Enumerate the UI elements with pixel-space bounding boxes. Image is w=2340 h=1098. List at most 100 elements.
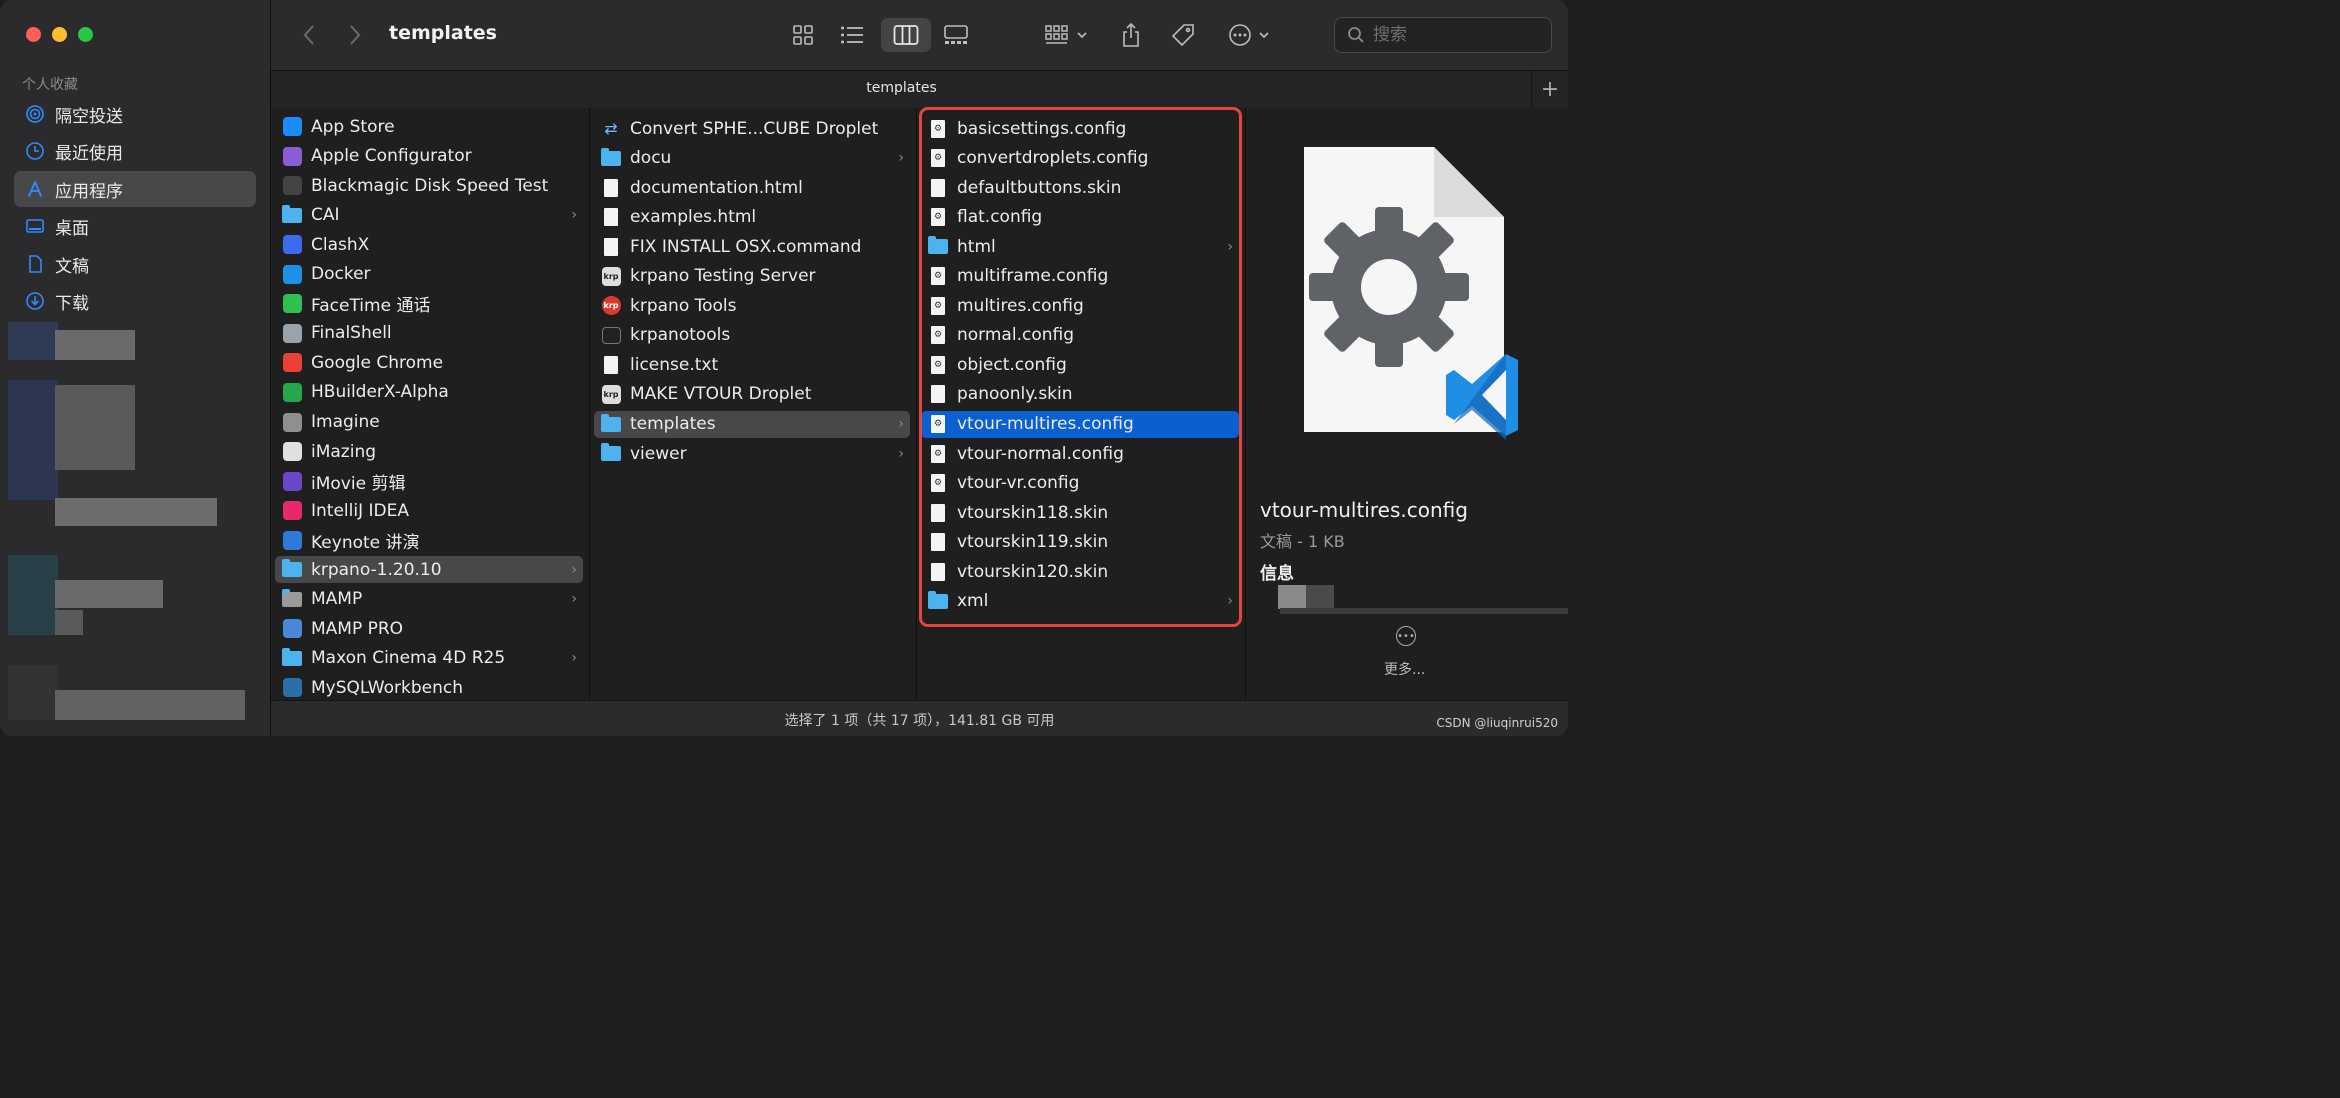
more-info-link[interactable]: 更多... [1384, 659, 1425, 679]
file-row[interactable]: panoonly.skin [921, 381, 1239, 408]
preview-pane: vtour-multires.config 文稿 - 1 KB 信息 ••• 更… [1246, 108, 1568, 699]
file-row[interactable]: Blackmagic Disk Speed Test [275, 172, 583, 199]
file-row[interactable]: ⚙ vtour-multires.config [921, 410, 1239, 438]
file-row[interactable]: ⚙ vtour-vr.config [921, 470, 1239, 497]
file-row[interactable]: ⚙ normal.config [921, 322, 1239, 349]
list-view-button[interactable] [835, 18, 869, 52]
file-row[interactable]: ClashX [275, 231, 583, 258]
icon-view-button[interactable] [786, 18, 820, 52]
forward-button[interactable] [341, 18, 369, 52]
document-file-icon [928, 562, 948, 582]
file-row[interactable]: examples.html [594, 204, 910, 231]
grid-icon [793, 25, 813, 45]
file-row[interactable]: ⚙ object.config [921, 351, 1239, 378]
file-row[interactable]: ⚙ basicsettings.config [921, 115, 1239, 142]
file-row[interactable]: ⚙ convertdroplets.config [921, 145, 1239, 172]
file-row[interactable]: Docker [275, 261, 583, 288]
sidebar-item-downloads[interactable]: 下载 [14, 283, 256, 319]
file-row[interactable]: HBuilderX-Alpha [275, 379, 583, 406]
more-actions-button[interactable] [1224, 18, 1274, 52]
item-name: FaceTime 通话 [311, 296, 431, 317]
file-row[interactable]: krp krpano Testing Server [594, 263, 910, 290]
config-file-icon: ⚙ [928, 296, 948, 316]
file-row[interactable]: vtourskin118.skin [921, 499, 1239, 526]
sidebar-item-desktop[interactable]: 桌面 [14, 208, 256, 244]
close-window-button[interactable] [26, 27, 41, 42]
folder-row[interactable]: CAI › [275, 202, 583, 229]
file-row[interactable]: documentation.html [594, 174, 910, 201]
file-row[interactable]: vtourskin120.skin [921, 558, 1239, 585]
config-file-icon: ⚙ [928, 148, 948, 168]
file-row[interactable]: ⇄ Convert SPHE...CUBE Droplet [594, 115, 910, 142]
file-row[interactable]: Google Chrome [275, 349, 583, 376]
share-button[interactable] [1114, 18, 1148, 52]
app-icon [282, 530, 302, 550]
back-button[interactable] [295, 18, 323, 52]
folder-row[interactable]: templates › [594, 410, 910, 438]
config-file-icon: ⚙ [928, 473, 948, 493]
item-name: viewer [630, 443, 687, 464]
file-row[interactable]: FinalShell [275, 320, 583, 347]
folder-row[interactable]: docu › [594, 145, 910, 172]
zoom-window-button[interactable] [78, 27, 93, 42]
folder-row[interactable]: html › [921, 233, 1239, 260]
file-row[interactable]: Keynote 讲演 [275, 527, 583, 554]
folder-icon [601, 413, 621, 434]
more-info-icon[interactable]: ••• [1396, 626, 1416, 646]
item-name: vtourskin118.skin [957, 502, 1109, 523]
file-row[interactable]: krp MAKE VTOUR Droplet [594, 381, 910, 408]
file-row[interactable]: Apple Configurator [275, 143, 583, 170]
tab-templates[interactable]: templates [271, 80, 1532, 96]
app-icon [282, 294, 302, 314]
toolbar: templates [271, 0, 1568, 70]
folder-row[interactable]: Maxon Cinema 4D R25 › [275, 645, 583, 672]
group-button[interactable] [1039, 18, 1093, 52]
sidebar-item-documents[interactable]: 文稿 [14, 246, 256, 282]
file-row[interactable]: iMazing [275, 438, 583, 465]
file-row[interactable]: ⚙ vtour-normal.config [921, 440, 1239, 467]
app-icon [282, 264, 302, 284]
sidebar-item-recents[interactable]: 最近使用 [14, 133, 256, 169]
minimize-window-button[interactable] [52, 27, 67, 42]
file-row[interactable]: App Store [275, 113, 583, 140]
folder-row[interactable]: MAMP › [275, 586, 583, 613]
search-field[interactable] [1334, 17, 1552, 53]
file-row[interactable]: ⚙ flat.config [921, 204, 1239, 231]
sidebar: 个人收藏 隔空投送 最近使用 应用程序 桌面 文稿 下载 [0, 0, 271, 736]
tag-button[interactable] [1166, 18, 1200, 52]
file-row[interactable]: Imagine [275, 409, 583, 436]
file-row[interactable]: defaultbuttons.skin [921, 174, 1239, 201]
item-name: CAI [311, 205, 340, 226]
chevron-right-icon: › [571, 207, 577, 224]
app-icon [282, 146, 302, 166]
item-name: MAKE VTOUR Droplet [630, 384, 812, 405]
file-row[interactable]: IntelliJ IDEA [275, 497, 583, 524]
file-row[interactable]: vtourskin119.skin [921, 529, 1239, 556]
file-row[interactable]: ⚙ multires.config [921, 292, 1239, 319]
file-row[interactable]: krpanotools [594, 322, 910, 349]
app-icon [282, 442, 302, 462]
file-row[interactable]: MAMP PRO [275, 615, 583, 642]
window-controls [26, 27, 93, 42]
chevron-right-icon: › [1227, 593, 1233, 610]
file-row[interactable]: license.txt [594, 351, 910, 378]
file-row[interactable]: ⚙ multiframe.config [921, 263, 1239, 290]
folder-row[interactable]: krpano-1.20.10 › [275, 556, 583, 584]
item-name: convertdroplets.config [957, 148, 1149, 169]
file-row[interactable]: MySQLWorkbench [275, 674, 583, 699]
search-input[interactable] [1371, 24, 1535, 46]
gallery-view-button[interactable] [939, 18, 973, 52]
folder-row[interactable]: viewer › [594, 440, 910, 467]
folder-icon [282, 204, 302, 225]
file-row[interactable]: FaceTime 通话 [275, 290, 583, 317]
file-row[interactable]: krp krpano Tools [594, 292, 910, 319]
file-row[interactable]: FIX INSTALL OSX.command [594, 233, 910, 260]
new-tab-button[interactable]: + [1531, 71, 1568, 108]
sidebar-item-applications[interactable]: 应用程序 [14, 171, 256, 207]
folder-row[interactable]: xml › [921, 588, 1239, 615]
chevron-right-icon [350, 25, 361, 45]
file-row[interactable]: iMovie 剪辑 [275, 468, 583, 495]
sidebar-item-airdrop[interactable]: 隔空投送 [14, 96, 256, 132]
config-file-icon: ⚙ [928, 444, 948, 464]
column-view-button[interactable] [881, 18, 931, 52]
